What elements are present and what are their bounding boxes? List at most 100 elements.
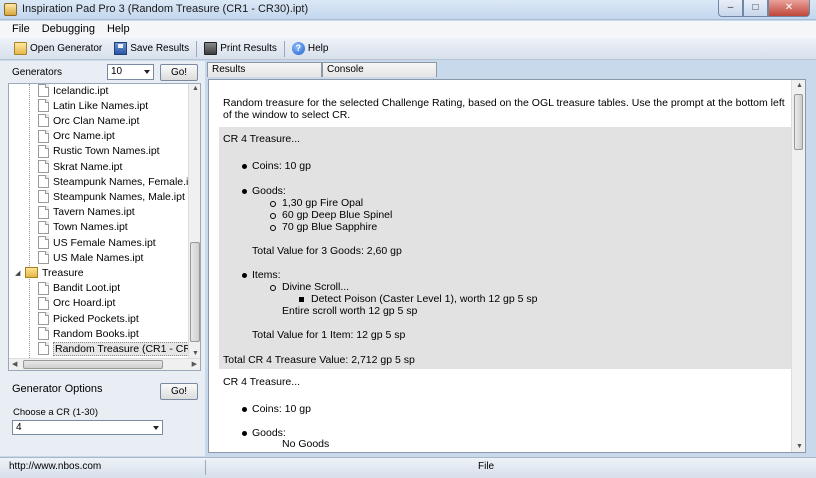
tree-item-label: Bandit Loot.ipt [53,282,121,295]
coins-text: Coins: 10 gp [252,403,311,415]
tree-item-label: Treasure [42,266,84,279]
tree-item-label: Tavern Names.ipt [53,206,135,219]
treasure-header: CR 4 Treasure... [223,133,301,145]
tree-item[interactable]: Orc Name.ipt [38,129,115,144]
goods-label: Goods: [252,185,286,197]
bullet-icon [270,201,276,207]
menu-help[interactable]: Help [101,21,136,38]
file-icon [38,99,49,113]
tree-item[interactable]: Latin Like Names.ipt [38,98,148,113]
tree-item[interactable]: Rustic Town Names.ipt [38,144,160,159]
item-entry: Divine Scroll... [282,281,350,293]
file-icon [38,205,49,219]
file-icon [38,312,49,325]
tree-item[interactable]: Tavern Names.ipt [38,205,135,220]
tree-hscroll-thumb[interactable] [23,360,163,369]
bullet-icon [270,225,276,231]
tree-item-label: Orc Clan Name.ipt [53,114,140,127]
tree-item-label: Picked Pockets.ipt [53,312,139,325]
tree-item[interactable]: Skrat Name.ipt [38,159,122,174]
goods-label: Goods: [252,427,286,439]
file-icon [38,84,49,97]
scroll-right-icon[interactable]: ▶ [192,360,197,368]
goods-total: Total Value for 3 Goods: 2,60 gp [252,245,402,257]
tree-item[interactable]: Random Treasure (CR1 - CR30 [38,341,200,356]
tree-horizontal-scrollbar[interactable]: ◀ ▶ [9,358,200,370]
tree-item[interactable]: Icelandic.ipt [38,84,108,98]
results-vertical-scrollbar[interactable]: ▲ ▼ [791,80,805,452]
tree-item-label: Random Books.ipt [53,327,139,340]
tree-scroll-thumb[interactable] [190,242,200,342]
scroll-worth: Entire scroll worth 12 gp 5 sp [282,305,418,317]
file-icon [38,175,49,189]
results-tabs: Results Console [207,62,437,77]
tree-item-label: Orc Hoard.ipt [53,297,116,310]
cr-select[interactable]: 4 [12,420,163,435]
expand-icon[interactable]: ◢ [15,269,23,277]
menu-file[interactable]: File [6,21,36,38]
tree-item[interactable]: US Female Names.ipt [38,235,156,250]
results-pane[interactable]: Random treasure for the selected Challen… [208,79,806,453]
tree-item-label: Latin Like Names.ipt [53,99,149,112]
minimize-button[interactable]: – [718,0,743,17]
tree-item[interactable]: Orc Clan Name.ipt [38,113,139,128]
tree-item-label: Town Names.ipt [53,221,128,234]
bullet-icon [270,213,276,219]
folder-icon [25,267,38,279]
goods-item: 60 gp Deep Blue Spinel [282,209,393,221]
cr-label: Choose a CR (1-30) [13,407,99,418]
file-icon [38,144,49,158]
tree-vertical-scrollbar[interactable]: ▲ ▼ [188,84,200,358]
bullet-icon [242,189,247,194]
scroll-up-icon[interactable]: ▲ [796,82,803,89]
bullet-icon [242,164,247,169]
tree-item-label: Orc Name.ipt [53,130,115,143]
tree-item-label: Skrat Name.ipt [53,160,123,173]
tree-item-label: Steampunk Names, Male.ipt [53,190,185,203]
goods-item: 1,30 gp Fire Opal [282,197,364,209]
scroll-down-icon[interactable]: ▼ [796,443,803,450]
left-panel: Generators 10 Go! Icelandic.ipt Latin Lik… [0,61,205,456]
tree-item-label: Steampunk Names, Female.ipt [53,175,198,188]
tree-item-label: Rustic Town Names.ipt [53,145,160,158]
tree-item[interactable]: Orc Hoard.ipt [38,296,115,311]
tree-item[interactable]: Steampunk Names, Male.ipt [38,189,185,204]
print-results-button[interactable]: Print Results [198,39,283,59]
menu-bar: File Debugging Help [0,21,816,38]
go-button[interactable]: Go! [160,64,198,81]
scroll-left-icon[interactable]: ◀ [12,360,17,368]
help-button[interactable]: ? Help [286,39,335,59]
open-generator-button[interactable]: Open Generator [8,39,108,59]
close-button[interactable]: ✕ [768,0,810,17]
chevron-down-icon [153,426,159,430]
scroll-up-icon[interactable]: ▲ [192,85,199,92]
app-icon [4,3,17,16]
status-url[interactable]: http://www.nbos.com [9,461,101,472]
bullet-icon [242,407,247,412]
tree-item[interactable]: Town Names.ipt [38,220,128,235]
file-icon [38,129,49,143]
save-results-button[interactable]: Save Results [108,39,195,59]
tab-results[interactable]: Results [207,62,322,77]
title-bar[interactable]: Inspiration Pad Pro 3 (Random Treasure (… [0,0,816,20]
count-select[interactable]: 10 [107,64,154,80]
file-icon [38,160,49,173]
scroll-down-icon[interactable]: ▼ [192,350,199,357]
tree-item[interactable]: Bandit Loot.ipt [38,281,120,296]
coins-text: Coins: 10 gp [252,160,311,172]
menu-debugging[interactable]: Debugging [36,21,101,38]
generator-tree[interactable]: Icelandic.ipt Latin Like Names.ipt Orc Cla… [8,83,201,371]
tree-item[interactable]: Random Books.ipt [38,326,139,341]
tree-item-label: US Male Names.ipt [53,251,144,264]
maximize-button[interactable]: □ [743,0,768,17]
items-label: Items: [252,269,281,281]
tree-item[interactable]: US Male Names.ipt [38,250,143,265]
tab-console[interactable]: Console [322,62,437,77]
tree-item[interactable]: Picked Pockets.ipt [38,311,139,326]
results-scroll-thumb[interactable] [794,94,803,150]
treasure-header: CR 4 Treasure... [223,376,301,388]
tree-item[interactable]: Steampunk Names, Female.ipt [38,174,197,189]
status-text: File [478,461,495,472]
options-go-button[interactable]: Go! [160,383,198,400]
tree-folder-treasure[interactable]: ◢ Treasure [15,265,84,280]
